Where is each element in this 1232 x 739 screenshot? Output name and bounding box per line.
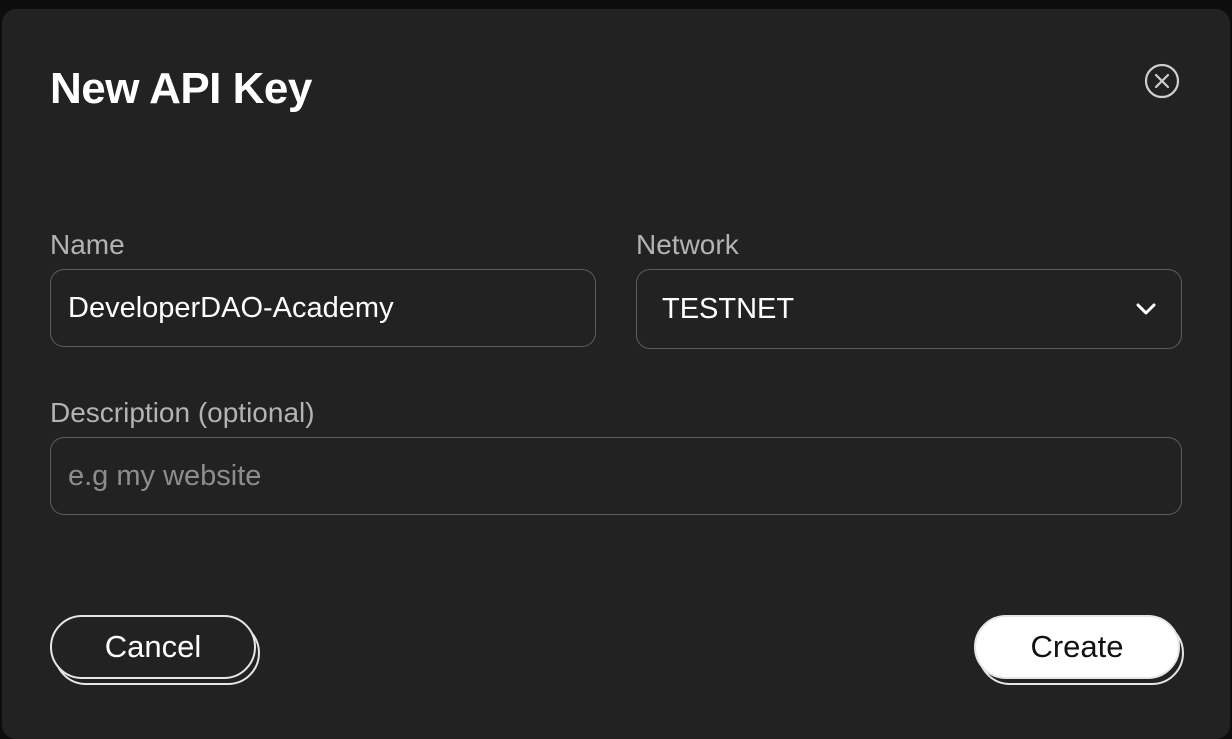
close-button[interactable] <box>1144 63 1180 99</box>
description-label: Description (optional) <box>50 397 315 428</box>
network-select[interactable]: TESTNET <box>636 269 1182 349</box>
dialog-title: New API Key <box>50 64 312 113</box>
chevron-down-icon <box>1136 303 1156 315</box>
description-input[interactable] <box>68 459 1181 493</box>
cancel-button[interactable]: Cancel <box>50 615 256 679</box>
cancel-button-wrap: Cancel <box>50 615 260 685</box>
network-label: Network <box>636 229 739 260</box>
name-field[interactable] <box>50 269 596 347</box>
close-circle-icon <box>1144 63 1180 99</box>
name-label: Name <box>50 229 125 260</box>
create-button[interactable]: Create <box>974 615 1180 679</box>
create-button-wrap: Create <box>974 615 1184 685</box>
description-field[interactable] <box>50 437 1182 515</box>
new-api-key-dialog: New API Key Name Network TESTNET Descrip… <box>2 9 1230 739</box>
name-input[interactable] <box>68 291 595 325</box>
network-selected-value: TESTNET <box>662 292 795 325</box>
